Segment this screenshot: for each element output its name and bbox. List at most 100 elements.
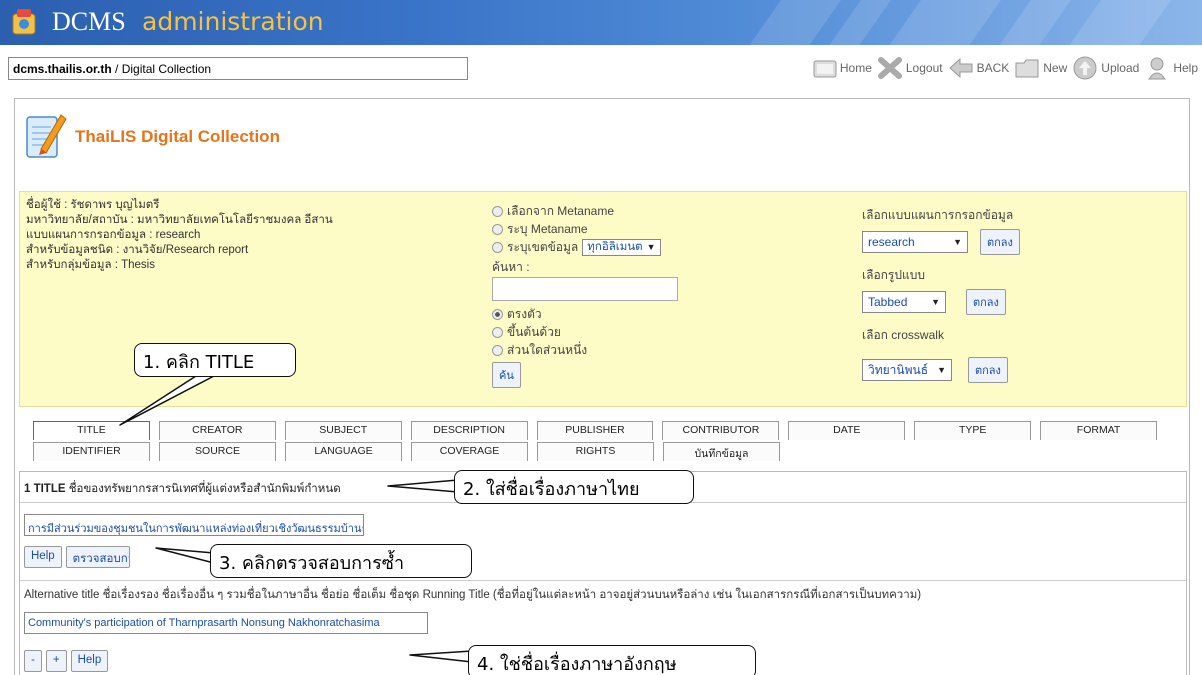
layout-select[interactable]: Tabbed ▼ — [862, 291, 946, 313]
radio-circle[interactable] — [492, 308, 503, 320]
app-subtitle: administration — [142, 7, 324, 36]
help-icon — [1148, 57, 1167, 80]
radio-match-starts[interactable]: ขึ้นต้นด้วย — [492, 323, 862, 341]
tab-type[interactable]: TYPE — [914, 421, 1032, 440]
alt-help-button[interactable]: Help — [70, 650, 109, 672]
nav-upload[interactable]: Upload — [1071, 55, 1139, 81]
title-field-number: 1 TITLE — [24, 483, 66, 495]
layout-select-value: Tabbed — [868, 295, 908, 309]
tab-publisher[interactable]: PUBLISHER — [536, 421, 654, 440]
nav-back[interactable]: BACK — [947, 55, 1010, 81]
radio-scope[interactable]: ระบุเขตข้อมูล ทุกอิลิเมนต ▼ — [492, 238, 862, 256]
tab-creator[interactable]: CREATOR — [158, 421, 276, 440]
radio-label: ส่วนใดส่วนหนึ่ง — [507, 342, 588, 357]
radio-circle[interactable] — [492, 344, 503, 356]
search-label: ค้นหา : — [492, 260, 530, 274]
brand-title: ThaiLIS Digital Collection — [75, 127, 280, 146]
edit-document-icon — [26, 114, 67, 158]
crosswalk-ok-button[interactable]: ตกลง — [968, 357, 1008, 383]
layout-label: เลือกรูปแบบ — [862, 268, 925, 282]
remove-field-button[interactable]: - — [24, 650, 42, 672]
layout-ok-button[interactable]: ตกลง — [966, 289, 1006, 315]
title-field-description: ชื่อของทรัพยากรสารนิเทศที่ผู้แต่งหรือสำน… — [65, 483, 341, 495]
nav-home[interactable]: Home — [812, 55, 872, 81]
new-folder-icon — [1015, 59, 1039, 78]
radio-match-exact[interactable]: ตรงตัว — [492, 305, 862, 323]
scope-select[interactable]: ทุกอิลิเมนต ▼ — [582, 238, 661, 256]
search-button[interactable]: ค้น — [492, 362, 521, 388]
user-name: ชื่อผู้ใช้ : รัชดาพร บุญไมตรี — [26, 199, 160, 211]
title-field-label: 1 TITLE ชื่อของทรัพยากรสารนิเทศที่ผู้แต่… — [24, 480, 341, 498]
nav-new-label: New — [1043, 61, 1068, 75]
crosswalk-select-value: วิทยานิพนธ์ — [868, 362, 929, 377]
check-duplicate-button[interactable]: ตรวจสอบการซ้ำ — [65, 546, 130, 568]
radio-metaname-specify[interactable]: ระบุ Metaname — [492, 220, 862, 238]
crosswalk-select[interactable]: วิทยานิพนธ์ ▼ — [862, 359, 952, 381]
callout-english-title: 4. ใช่ชื่อเรื่องภาษาอังกฤษ — [468, 645, 756, 675]
app-banner: DCMS administration — [0, 0, 1202, 45]
search-input[interactable] — [492, 277, 678, 301]
nav-logout[interactable]: Logout — [876, 55, 943, 81]
radio-label: ระบุ Metaname — [507, 221, 588, 236]
top-nav: Home Logout BACK New Upload Help — [812, 52, 1198, 84]
form-options: เลือกแบบแผนการกรอกข้อมูล research ▼ ตกลง … — [862, 206, 1182, 394]
radio-label: เลือกจาก Metaname — [507, 203, 614, 218]
nav-home-label: Home — [839, 61, 872, 75]
radio-circle[interactable] — [492, 205, 503, 217]
dropdown-arrow-icon: ▼ — [953, 237, 962, 247]
field-tabs: TITLE CREATOR SUBJECT DESCRIPTION PUBLIS… — [33, 421, 1158, 463]
template-select[interactable]: research ▼ — [862, 231, 968, 253]
radio-label: ตรงตัว — [507, 306, 542, 321]
callout-click-title: 1. คลิก TITLE — [134, 343, 296, 377]
logout-icon — [877, 57, 902, 79]
dropdown-arrow-icon: ▼ — [931, 297, 940, 307]
divider — [20, 580, 1186, 581]
dropdown-arrow-icon: ▼ — [646, 242, 656, 252]
callout-check-duplicate: 3. คลิกตรวจสอบการซ้ำ — [210, 544, 472, 578]
nav-help[interactable]: Help — [1143, 55, 1198, 81]
radio-circle[interactable] — [492, 326, 503, 338]
add-field-button[interactable]: + — [45, 650, 67, 672]
alt-title-label: Alternative title ชื่อเรื่องรอง ชื่อเรื่… — [24, 589, 922, 601]
tab-subject[interactable]: SUBJECT — [284, 421, 402, 440]
radio-circle[interactable] — [492, 223, 503, 235]
title-help-button[interactable]: Help — [24, 546, 62, 568]
back-icon — [948, 57, 973, 79]
radio-match-part[interactable]: ส่วนใดส่วนหนึ่ง — [492, 341, 862, 359]
tab-identifier[interactable]: IDENTIFIER — [33, 442, 150, 461]
scope-select-value: ทุกอิลิเมนต — [587, 241, 643, 253]
title-buttons: Help ตรวจสอบการซ้ำ — [24, 546, 130, 568]
app-name: DCMS — [52, 7, 126, 36]
radio-label: ระบุเขตข้อมูล — [507, 239, 579, 254]
address-path: / Digital Collection — [111, 62, 212, 76]
dcms-logo-icon — [12, 9, 36, 35]
main-panel: ThaiLIS Digital Collection ชื่อผู้ใช้ : … — [14, 98, 1190, 675]
title-input[interactable]: การมีส่วนร่วมของชุมชนในการพัฒนาแหล่งท่อง… — [24, 514, 364, 536]
template-ok-button[interactable]: ตกลง — [980, 229, 1020, 255]
tab-coverage[interactable]: COVERAGE — [411, 442, 528, 461]
tab-format[interactable]: FORMAT — [1040, 421, 1158, 440]
crosswalk-label: เลือก crosswalk — [862, 328, 944, 342]
user-info: ชื่อผู้ใช้ : รัชดาพร บุญไมตรี มหาวิทยาลั… — [26, 198, 333, 273]
tab-source[interactable]: SOURCE — [159, 442, 276, 461]
tab-date[interactable]: DATE — [788, 421, 906, 440]
nav-back-label: BACK — [976, 61, 1010, 75]
radio-metaname-select[interactable]: เลือกจาก Metaname — [492, 202, 862, 220]
alt-title-input[interactable]: Community's participation of Tharnprasar… — [24, 612, 428, 634]
tab-title[interactable]: TITLE — [33, 421, 150, 440]
tab-contributor[interactable]: CONTRIBUTOR — [662, 421, 780, 440]
user-group: สำหรับกลุ่มข้อมูล : Thesis — [26, 259, 155, 271]
user-template: แบบแผนการกรอกข้อมูล : research — [26, 229, 201, 241]
radio-circle[interactable] — [492, 241, 503, 253]
dropdown-arrow-icon: ▼ — [937, 365, 946, 375]
tab-rights[interactable]: RIGHTS — [537, 442, 654, 461]
user-institution: มหาวิทยาลัย/สถาบัน : มหาวิทยาลัยเทคโนโลย… — [26, 214, 333, 226]
nav-new[interactable]: New — [1013, 55, 1067, 81]
tab-language[interactable]: LANGUAGE — [285, 442, 402, 461]
tab-description[interactable]: DESCRIPTION — [410, 421, 528, 440]
upload-icon — [1073, 56, 1097, 80]
tab-save-record[interactable]: บันทึกข้อมูล — [663, 442, 780, 461]
address-field[interactable]: dcms.thailis.or.th / Digital Collection — [8, 57, 468, 80]
search-options: เลือกจาก Metaname ระบุ Metaname ระบุเขตข… — [492, 202, 862, 388]
nav-upload-label: Upload — [1101, 61, 1140, 75]
